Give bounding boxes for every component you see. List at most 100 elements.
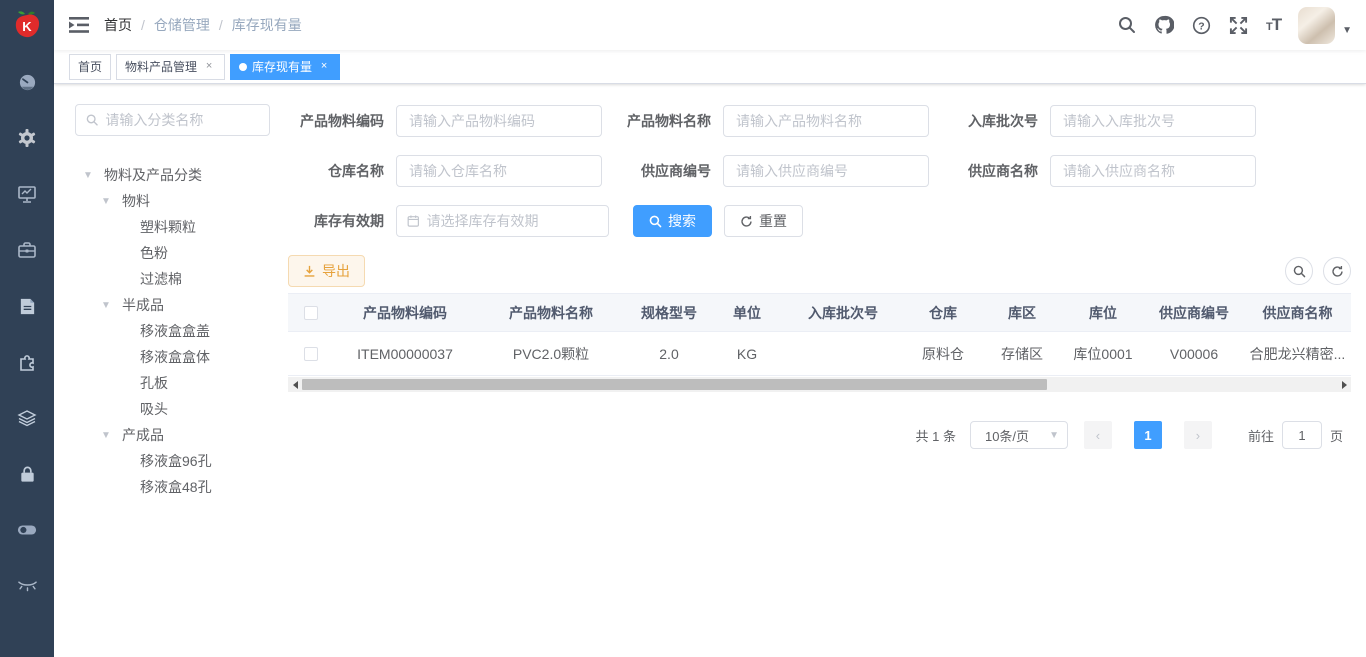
tags-view: 首页 物料产品管理 × 库存现有量 × [54, 50, 1366, 84]
cell-item-name: PVC2.0颗粒 [476, 344, 626, 364]
sidebar-item-monitor[interactable] [0, 166, 54, 222]
scroll-left-arrow[interactable] [288, 377, 302, 392]
app-logo[interactable]: K [0, 0, 54, 50]
sidebar-item-plugin[interactable] [0, 334, 54, 390]
close-icon[interactable]: × [202, 60, 216, 74]
export-button-label: 导出 [322, 261, 350, 281]
tree-node[interactable]: 过滤棉 [75, 266, 280, 292]
sidebar-item-document[interactable] [0, 278, 54, 334]
tree-node[interactable]: ▼半成品 [75, 292, 280, 318]
reset-button-label: 重置 [759, 211, 787, 231]
tree-node[interactable]: ▼物料 [75, 188, 280, 214]
tree-node[interactable]: 移液盒96孔 [75, 448, 280, 474]
field-supplier-name: 供应商名称 [942, 155, 1256, 187]
row-checkbox[interactable] [304, 347, 318, 361]
select-all-checkbox[interactable] [304, 306, 318, 320]
tree-node[interactable]: 移液盒盒盖 [75, 318, 280, 344]
supplier-code-input[interactable] [723, 155, 929, 187]
tree-node[interactable]: 吸头 [75, 396, 280, 422]
caret-icon[interactable]: ▼ [101, 196, 122, 207]
supplier-name-input[interactable] [1050, 155, 1256, 187]
jump-prefix: 前往 [1248, 426, 1274, 445]
tab-material-product[interactable]: 物料产品管理 × [116, 54, 225, 80]
pagination: 共 1 条 10条/页 ▼ ‹ 1 › 前往 页 [288, 421, 1351, 449]
table-settings [1285, 257, 1351, 285]
github-link-button[interactable] [1145, 0, 1183, 50]
logo-icon: K [12, 10, 42, 40]
inventory-panel: 产品物料编码 产品物料名称 入库批次号 仓库名称 [280, 84, 1366, 657]
tab-label: 首页 [78, 58, 102, 75]
category-tree: ▼物料及产品分类 ▼物料 塑料颗粒 色粉 过滤棉 ▼半成品 移液盒盒盖 移液盒盒… [75, 162, 280, 500]
main-column: 首页 / 仓储管理 / 库存现有量 ? TT ▼ [54, 0, 1366, 657]
refresh-icon [1331, 265, 1344, 278]
tree-node-label: 移液盒盒体 [140, 347, 210, 367]
navbar-actions: ? TT ▼ [1109, 0, 1366, 50]
tree-node[interactable]: 移液盒48孔 [75, 474, 280, 500]
field-label: 供应商名称 [942, 161, 1038, 181]
item-code-input[interactable] [396, 105, 602, 137]
sidebar-item-eye[interactable] [0, 558, 54, 614]
app-sidebar: K [0, 0, 54, 657]
help-button[interactable]: ? [1183, 0, 1220, 50]
prev-page-button[interactable]: ‹ [1084, 421, 1112, 449]
expiry-date-picker[interactable] [396, 205, 609, 237]
tree-node[interactable]: 色粉 [75, 240, 280, 266]
item-name-input[interactable] [723, 105, 929, 137]
inventory-table: 产品物料编码 产品物料名称 规格型号 单位 入库批次号 仓库 库区 库位 供应商… [288, 293, 1351, 392]
tree-node[interactable]: 塑料颗粒 [75, 214, 280, 240]
search-icon [86, 113, 98, 127]
warehouse-name-input[interactable] [396, 155, 602, 187]
collapse-sidebar-button[interactable] [54, 0, 104, 50]
table-row[interactable]: ITEM00000037 PVC2.0颗粒 2.0 KG 原料仓 存储区 库位0… [288, 332, 1351, 376]
caret-icon[interactable]: ▼ [83, 170, 104, 181]
font-size-icon: TT [1266, 15, 1281, 35]
user-menu[interactable]: ▼ [1298, 7, 1352, 44]
font-size-button[interactable]: TT [1257, 0, 1290, 50]
category-search-input[interactable] [105, 112, 259, 128]
eye-closed-icon [17, 580, 38, 592]
tree-node[interactable]: ▼产成品 [75, 422, 280, 448]
svg-text:?: ? [1198, 21, 1204, 32]
export-button[interactable]: 导出 [288, 255, 365, 287]
caret-icon[interactable]: ▼ [101, 430, 122, 441]
tree-node[interactable]: ▼物料及产品分类 [75, 162, 280, 188]
breadcrumb-current: 库存现有量 [232, 15, 302, 35]
sidebar-item-dashboard[interactable] [0, 54, 54, 110]
tree-node[interactable]: 移液盒盒体 [75, 344, 280, 370]
tree-node[interactable]: 孔板 [75, 370, 280, 396]
sidebar-item-settings[interactable] [0, 110, 54, 166]
caret-icon[interactable]: ▼ [101, 300, 122, 311]
search-button[interactable]: 搜索 [633, 205, 712, 237]
jump-page-input[interactable] [1282, 421, 1322, 449]
batch-no-input[interactable] [1050, 105, 1256, 137]
fullscreen-button[interactable] [1220, 0, 1257, 50]
sidebar-item-layers[interactable] [0, 390, 54, 446]
reset-button[interactable]: 重置 [724, 205, 803, 237]
refresh-icon [740, 215, 753, 228]
scrollbar-thumb[interactable] [302, 379, 1047, 390]
header-search-button[interactable] [1109, 0, 1145, 50]
sidebar-item-toolbox[interactable] [0, 222, 54, 278]
toggle-search-button[interactable] [1285, 257, 1313, 285]
gear-icon [17, 128, 37, 148]
refresh-table-button[interactable] [1323, 257, 1351, 285]
download-icon [303, 265, 316, 278]
toolbox-icon [17, 240, 37, 260]
tab-inventory-onhand[interactable]: 库存现有量 × [230, 54, 340, 80]
breadcrumb-home[interactable]: 首页 [104, 15, 132, 35]
scroll-right-arrow[interactable] [1337, 377, 1351, 392]
page-size-select[interactable]: 10条/页 ▼ [970, 421, 1068, 449]
expiry-date-input[interactable] [427, 213, 598, 229]
lock-icon [18, 465, 37, 484]
scrollbar-track[interactable] [302, 377, 1337, 392]
page-size-value: 10条/页 [985, 426, 1029, 445]
sidebar-item-toggle[interactable] [0, 502, 54, 558]
avatar [1298, 7, 1335, 44]
close-icon[interactable]: × [317, 60, 331, 74]
next-page-button[interactable]: › [1184, 421, 1212, 449]
tab-home[interactable]: 首页 [69, 54, 111, 80]
field-supplier-code: 供应商编号 [615, 155, 929, 187]
col-header: 仓库 [904, 303, 982, 323]
page-1-button[interactable]: 1 [1134, 421, 1162, 449]
sidebar-item-permission[interactable] [0, 446, 54, 502]
